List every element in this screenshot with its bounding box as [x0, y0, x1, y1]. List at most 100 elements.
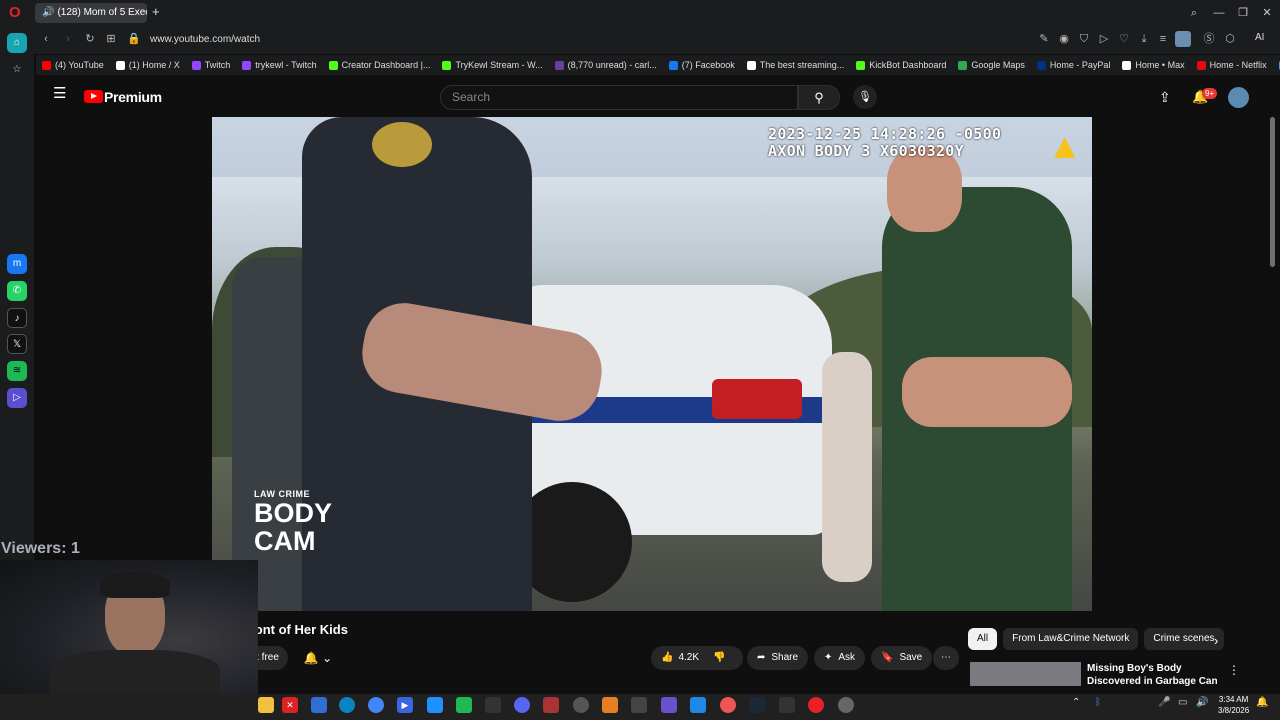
new-tab-button[interactable]: +	[152, 5, 166, 19]
menu-lines-icon[interactable]: ≡	[1155, 31, 1171, 47]
network-icon[interactable]: ▭	[1178, 697, 1187, 708]
bookmark-item[interactable]: Powerchat	[1273, 60, 1280, 70]
close-button[interactable]: ✕	[1255, 4, 1279, 22]
taskbar-orange-icon[interactable]	[602, 697, 618, 713]
bookmark-item[interactable]: Home - Netflix	[1191, 60, 1273, 70]
save-button[interactable]: 🔖 Save	[871, 646, 933, 670]
edge-icon[interactable]	[339, 697, 355, 713]
messenger-icon[interactable]: m	[7, 254, 27, 274]
play-icon[interactable]: ▷	[1096, 31, 1112, 47]
taskbar-store-icon[interactable]	[311, 697, 327, 713]
pinboard-icon[interactable]: ☆	[7, 60, 27, 80]
chips-next-chevron-icon[interactable]: ›	[1214, 633, 1218, 648]
bookmark-item[interactable]: The best streaming...	[741, 60, 851, 70]
bookmark-item[interactable]: (7) Facebook	[663, 60, 741, 70]
browser-tab[interactable]: 🔊 (128) Mom of 5 Execu	[35, 3, 147, 23]
ai-button[interactable]: AI	[1255, 32, 1264, 43]
tray-chevron-icon[interactable]: ⌃	[1072, 697, 1080, 708]
upload-icon[interactable]: ⇪	[1159, 89, 1171, 106]
taskbar-clock[interactable]: 3:34 AM 3/8/2026	[1218, 694, 1249, 716]
edit-icon[interactable]: ✎	[1036, 31, 1052, 47]
bookmark-item[interactable]: (8,770 unread) - carl...	[549, 60, 663, 70]
download-icon[interactable]: ⤓	[1136, 31, 1152, 47]
controller-icon[interactable]	[631, 697, 647, 713]
minimize-button[interactable]: —	[1207, 4, 1231, 22]
back-button[interactable]: ‹	[38, 31, 54, 47]
taskbar-app-red-icon[interactable]: ✕	[282, 697, 298, 713]
opera-taskbar-icon[interactable]	[808, 697, 824, 713]
brave-icon[interactable]	[720, 697, 736, 713]
epic-games-icon[interactable]	[779, 697, 795, 713]
bookmark-item[interactable]: Home • Max	[1116, 60, 1190, 70]
spotify-icon[interactable]: ≋	[7, 361, 27, 381]
home-icon[interactable]: ⌂	[7, 33, 27, 53]
avatar[interactable]	[1228, 87, 1249, 108]
recommended-more-icon[interactable]: ⋮	[1228, 663, 1240, 677]
reload-button[interactable]: ↻	[82, 31, 98, 47]
recommended-thumbnail[interactable]	[970, 662, 1081, 686]
tiktok-icon[interactable]: ♪	[7, 308, 27, 328]
dislike-button[interactable]: 👎	[713, 646, 725, 670]
ask-button[interactable]: ✦ Ask	[814, 646, 866, 670]
profile-icon[interactable]	[1175, 31, 1191, 47]
discord-icon[interactable]	[514, 697, 530, 713]
bookmark-item[interactable]: Twitch	[186, 60, 237, 70]
streamer-hair	[100, 572, 170, 598]
bookmark-item[interactable]: (1) Home / X	[110, 60, 186, 70]
taskbar-app-arrow-icon[interactable]: ▶	[397, 697, 413, 713]
heart-icon[interactable]: ♡	[1116, 31, 1132, 47]
premium-label[interactable]: Premium	[104, 89, 162, 105]
chrome-icon[interactable]	[368, 697, 384, 713]
speaker-icon[interactable]: 🔊	[42, 3, 54, 23]
bluetooth-icon[interactable]: ᛒ	[1095, 697, 1101, 708]
taskbar-green-icon[interactable]	[456, 697, 472, 713]
bookmark-item[interactable]: Home - PayPal	[1031, 60, 1117, 70]
bookmark-item[interactable]: Creator Dashboard |...	[323, 60, 437, 70]
maximize-button[interactable]: ❐	[1231, 4, 1255, 22]
taskbar-media-icon[interactable]	[543, 697, 559, 713]
chip-all[interactable]: All	[968, 628, 998, 650]
camera-icon[interactable]: ◉	[1056, 31, 1072, 47]
steam-icon[interactable]	[749, 697, 765, 713]
taskbar-app-icon[interactable]	[485, 697, 501, 713]
whatsapp-icon[interactable]: ✆	[7, 281, 27, 301]
extension-s-icon[interactable]: Ⓢ	[1201, 31, 1217, 47]
x-icon[interactable]: 𝕏	[7, 334, 27, 354]
opera-logo-icon[interactable]: O	[9, 5, 23, 21]
volume-icon[interactable]: 🔊	[1196, 697, 1208, 708]
bookmark-item[interactable]: trykewl - Twitch	[236, 60, 322, 70]
search-tabs-icon[interactable]: ⌕	[1182, 4, 1206, 22]
forward-button[interactable]: ›	[60, 31, 76, 47]
file-explorer-icon[interactable]	[258, 697, 274, 713]
more-actions-button[interactable]: ⋯	[933, 646, 959, 670]
url-field[interactable]: www.youtube.com/watch	[150, 32, 260, 48]
taskbar-purple-icon[interactable]	[661, 697, 677, 713]
recommended-title[interactable]: Missing Boy's Body Discovered in Garbage…	[1087, 662, 1227, 688]
bookmark-item[interactable]: KickBot Dashboard	[850, 60, 952, 70]
extensions-icon[interactable]: ⬡	[1222, 31, 1238, 47]
search-button[interactable]: ⚲	[798, 85, 840, 110]
chip-from-channel[interactable]: From Law&Crime Network	[1003, 628, 1139, 650]
bookmark-item[interactable]: Google Maps	[952, 60, 1031, 70]
chip-crime-scenes[interactable]: Crime scenes	[1144, 628, 1224, 650]
shield-icon[interactable]: ⛉	[1076, 31, 1092, 47]
bookmark-item[interactable]: TryKewl Stream - W...	[436, 60, 548, 70]
hamburger-menu-icon[interactable]: ☰	[53, 86, 67, 101]
subscription-bell-button[interactable]: 🔔 ⌄	[297, 646, 339, 670]
search-input[interactable]: Search	[440, 85, 798, 110]
obs-icon[interactable]	[573, 697, 589, 713]
player-icon[interactable]: ▷	[7, 388, 27, 408]
taskbar-blue-icon[interactable]	[690, 697, 706, 713]
grid-icon[interactable]: ⊞	[103, 31, 119, 47]
video-player[interactable]: 2023-12-25 14:28:26 -0500 AXON BODY 3 X6…	[212, 117, 1092, 611]
like-button[interactable]: 👍 4.2K	[661, 646, 699, 670]
voice-search-button[interactable]: 🎙	[853, 85, 877, 109]
notifications-tray-icon[interactable]: 🔔	[1256, 697, 1268, 708]
page-scrollbar[interactable]	[1270, 117, 1275, 267]
mic-tray-icon[interactable]: 🎤	[1158, 697, 1170, 708]
youtube-logo[interactable]	[84, 90, 103, 103]
share-button[interactable]: ➦ Share	[747, 646, 809, 670]
bookmark-item[interactable]: (4) YouTube	[36, 60, 110, 70]
notes-icon[interactable]	[427, 697, 443, 713]
taskbar-update-icon[interactable]	[838, 697, 854, 713]
